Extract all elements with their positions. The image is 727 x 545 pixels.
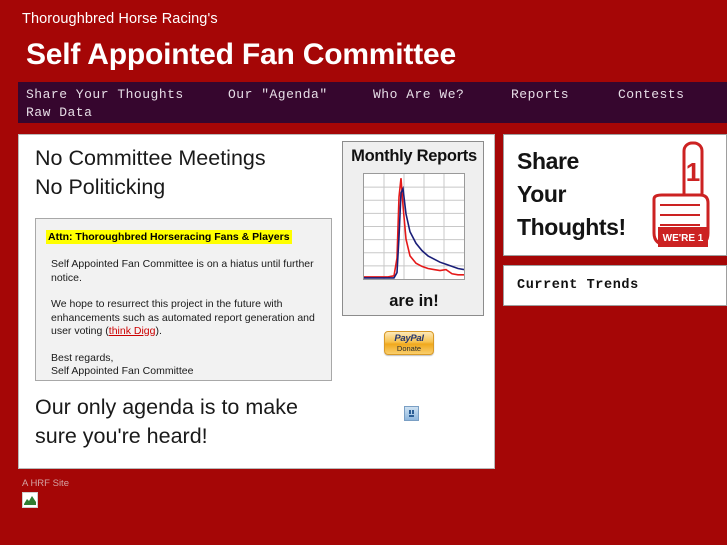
notice-paragraph-1: Self Appointed Fan Committee is on a hia… <box>51 258 314 284</box>
monthly-reports-widget[interactable]: Monthly Reports are in! <box>342 141 484 316</box>
nav-item-raw-data[interactable]: Raw Data <box>26 105 92 120</box>
broken-image-glyph <box>409 410 414 417</box>
notice-title-row: Attn: Thoroughbred Horseracing Fans & Pl… <box>46 227 321 245</box>
signoff-line-1: Best regards, <box>51 351 114 364</box>
foam-finger-label: WE'RE 1 <box>663 233 704 244</box>
current-trends-panel[interactable]: Current Trends <box>503 265 727 306</box>
foam-finger-number: 1 <box>686 157 700 187</box>
notice-title: Attn: Thoroughbred Horseracing Fans & Pl… <box>46 230 292 244</box>
nav-item-our-agenda[interactable]: Our "Agenda" <box>228 87 328 102</box>
hrf-chart-icon[interactable] <box>22 492 38 508</box>
headline-bottom-line-2: sure you're heard! <box>35 424 208 448</box>
notice-paragraph-2-tail: ). <box>155 325 162 337</box>
nav-row-1: Share Your Thoughts Our "Agenda" Who Are… <box>18 87 727 105</box>
line-chart-svg <box>364 174 465 279</box>
share-line-2: Your <box>517 181 567 207</box>
notice-signoff: Best regards, Self Appointed Fan Committ… <box>51 352 321 379</box>
headline-no-meetings: No Committee Meetings No Politicking <box>35 144 266 202</box>
main-navigation: Share Your Thoughts Our "Agenda" Who Are… <box>18 82 727 123</box>
nav-item-reports[interactable]: Reports <box>511 87 569 102</box>
site-header: Thoroughbred Horse Racing's Self Appoint… <box>0 0 727 82</box>
headline-bottom-line-1: Our only agenda is to make <box>35 395 298 419</box>
paypal-donate-label: Donate <box>396 344 422 353</box>
paypal-donate-button[interactable]: PayPal Donate <box>384 331 434 355</box>
nav-item-share-your-thoughts[interactable]: Share Your Thoughts <box>26 87 184 102</box>
share-line-3: Thoughts! <box>517 214 626 240</box>
share-line-1: Share <box>517 148 579 174</box>
foam-finger-icon: WE'RE 1 1 <box>652 141 710 247</box>
share-your-thoughts-text: Share Your Thoughts! <box>517 145 626 244</box>
page-title: Self Appointed Fan Committee <box>26 38 456 71</box>
chart-series-blue <box>364 185 465 279</box>
footer-credit: A HRF Site <box>22 478 69 489</box>
chart-series-red <box>364 178 464 278</box>
signoff-line-2: Self Appointed Fan Committee <box>51 365 194 377</box>
hiatus-notice-box: Attn: Thoroughbred Horseracing Fans & Pl… <box>35 218 332 381</box>
missing-image-icon[interactable] <box>404 406 419 421</box>
notice-paragraph-2: We hope to resurrect this project in the… <box>51 298 321 339</box>
share-your-thoughts-panel[interactable]: Share Your Thoughts! WE'RE 1 1 <box>503 134 727 256</box>
headline-line-1: No Committee Meetings <box>35 146 266 170</box>
monthly-reports-title: Monthly Reports <box>351 147 477 165</box>
think-digg-link[interactable]: think Digg <box>109 325 156 337</box>
current-trends-title: Current Trends <box>517 278 639 293</box>
monthly-reports-caption: are in! <box>389 292 439 310</box>
nav-item-contests[interactable]: Contests <box>618 87 684 102</box>
paypal-brand-label: PayPal <box>394 333 424 344</box>
monthly-reports-chart <box>363 173 465 280</box>
headline-line-2: No Politicking <box>35 175 166 199</box>
notice-paragraph-2-text: We hope to resurrect this project in the… <box>51 298 315 337</box>
nav-row-2: Raw Data <box>18 105 727 123</box>
green-chart-glyph <box>24 496 36 505</box>
headline-our-agenda: Our only agenda is to make sure you're h… <box>35 393 298 451</box>
site-tagline: Thoroughbred Horse Racing's <box>22 11 218 27</box>
nav-item-who-are-we[interactable]: Who Are We? <box>373 87 464 102</box>
